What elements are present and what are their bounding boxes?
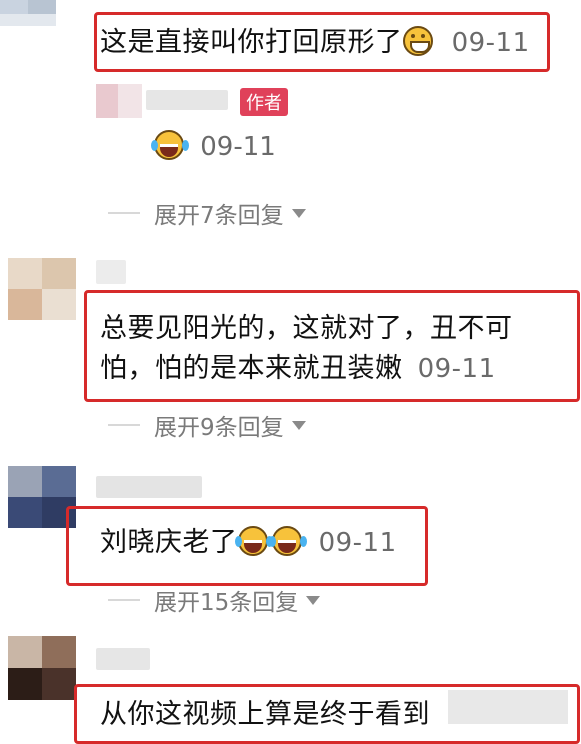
comment-date: 09-11 [451,28,530,58]
divider-line [108,212,140,214]
expand-replies-label: 展开15条回复 [154,590,299,616]
divider-line [108,424,140,426]
expand-replies-button[interactable]: 展开7条回复 [108,196,306,230]
comment-text: 这是直接叫你打回原形了 09-11 [100,20,530,59]
expand-replies-label: 展开7条回复 [154,203,284,229]
username[interactable] [96,648,150,670]
comment-text-line1: 总要见阳光的，这就对了，丑不可 [100,313,513,344]
comment-text-line2: 怕，怕的是本来就丑装嫩 [100,353,403,384]
comment-date: 09-11 [318,528,397,558]
reply-username[interactable] [146,90,228,110]
laughing-tears-face-icon [268,526,302,556]
expand-replies-label: 展开9条回复 [154,415,284,441]
chevron-down-icon [306,595,321,605]
expand-replies-button[interactable]: 展开9条回复 [108,408,306,442]
comment-text-content: 从你这视频上算是终于看到 [100,699,430,730]
expand-replies-button[interactable]: 展开15条回复 [108,583,321,617]
username[interactable] [96,476,202,498]
comment-text-content: 刘晓庆老了 [100,527,238,558]
comment-text: 怕，怕的是本来就丑装嫩 09-11 [100,346,496,385]
grinning-face-icon [402,26,433,56]
blurred-text [448,690,568,724]
divider-line [108,599,140,601]
avatar[interactable] [0,0,72,26]
comment-text: 总要见阳光的，这就对了，丑不可 [100,306,513,345]
reply-date: 09-11 [200,132,276,162]
laughing-tears-face-icon [151,130,184,160]
comment-text-content: 这是直接叫你打回原形了 [100,27,403,58]
username[interactable] [96,260,126,284]
comment-date: 09-11 [417,354,496,384]
chevron-down-icon [291,420,306,430]
reply-avatar[interactable] [96,84,142,118]
avatar[interactable] [8,636,76,700]
reply-content: 09-11 [151,130,276,162]
laughing-tears-face-icon [234,526,268,556]
comment-text: 刘晓庆老了 09-11 [100,520,397,559]
chevron-down-icon [291,208,306,218]
author-badge: 作者 [240,88,288,116]
comment-text: 从你这视频上算是终于看到 [100,692,430,731]
avatar[interactable] [8,258,76,320]
